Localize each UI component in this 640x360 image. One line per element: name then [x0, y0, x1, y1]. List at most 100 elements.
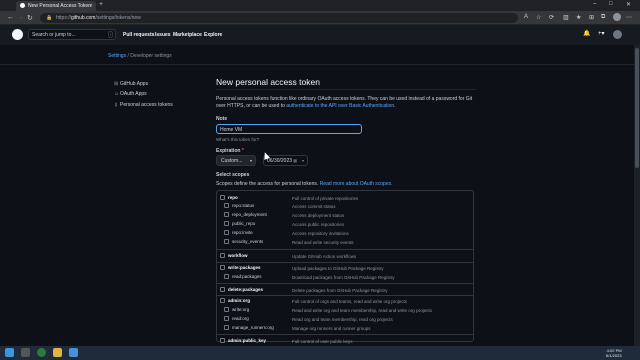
scope-security-events[interactable]: security_events — [224, 239, 263, 244]
start-icon[interactable] — [5, 348, 14, 357]
scope-repo-invite[interactable]: repo:invite — [224, 230, 253, 235]
expiration-date-value: 06/30/2023 — [267, 158, 293, 164]
sidebar-item-github-apps[interactable]: ⊞ GitHub Apps — [114, 81, 148, 87]
checkbox[interactable] — [224, 203, 229, 208]
scope-name: repo:invite — [232, 230, 253, 235]
scope-workflow[interactable]: workflow — [220, 253, 248, 258]
note-label: Note — [216, 116, 228, 122]
clear-date-icon[interactable]: ▾ — [302, 158, 304, 163]
scope-write-org[interactable]: write:org — [224, 307, 249, 312]
new-tab-icon[interactable]: + — [99, 1, 103, 8]
note-input[interactable]: Home VM — [216, 124, 362, 134]
edge-icon[interactable] — [37, 348, 46, 357]
checkbox[interactable] — [224, 212, 229, 217]
forward-icon[interactable]: → — [17, 14, 24, 21]
search-shortcut-badge: / — [107, 31, 113, 38]
nav-marketplace[interactable]: Marketplace — [173, 32, 202, 38]
checkbox[interactable] — [220, 195, 225, 200]
nav-issues[interactable]: Issues — [155, 32, 171, 38]
calendar-icon[interactable]: ▦ — [293, 158, 297, 163]
basic-auth-link[interactable]: authenticate to the API over Basic Authe… — [286, 103, 394, 109]
search-icon[interactable] — [21, 348, 30, 357]
url-prefix: https:// — [56, 15, 72, 21]
checkbox[interactable] — [220, 287, 225, 292]
scope-write-packages[interactable]: write:packages — [220, 265, 261, 270]
scope-desc: Full control of private repositories — [292, 196, 359, 201]
scrollbar-thumb[interactable] — [635, 48, 639, 168]
github-favicon-icon — [20, 3, 25, 8]
oauth-scopes-link[interactable]: Read more about OAuth scopes. — [320, 181, 393, 187]
expiration-label-text: Expiration — [216, 148, 241, 154]
minimize-icon[interactable]: – — [593, 1, 596, 7]
scope-desc: Read and write org and team membership, … — [292, 308, 432, 313]
checkbox[interactable] — [220, 253, 225, 258]
browser-tab[interactable]: New Personal Access Token ✕ — [16, 1, 96, 11]
checkbox[interactable] — [224, 230, 229, 235]
store-icon[interactable] — [69, 348, 78, 357]
scope-divider — [216, 249, 474, 250]
taskbar-clock[interactable]: 4:02 PM 6/1/2023 — [606, 348, 622, 358]
favorite-star-icon[interactable]: ☆ — [536, 14, 541, 21]
collections-icon[interactable]: ⊞ — [589, 14, 594, 21]
scope-desc: Access public repositories — [292, 222, 345, 227]
back-icon[interactable]: ← — [7, 14, 14, 21]
scope-read-org[interactable]: read:org — [224, 316, 249, 321]
scope-admin-org[interactable]: admin:org — [220, 298, 250, 303]
scope-repo-status[interactable]: repo:status — [224, 203, 254, 208]
scope-public-repo[interactable]: public_repo — [224, 221, 255, 226]
search-input[interactable]: Search or jump to... / — [28, 29, 116, 40]
scope-admin-public-key[interactable]: admin:public_key — [220, 338, 266, 343]
scope-manage-runners-org[interactable]: manage_runners:org — [224, 325, 274, 330]
scope-name: write:org — [232, 307, 250, 312]
favorites-icon[interactable]: ★ — [576, 14, 581, 21]
scope-desc: Update GitHub Action workflows — [292, 254, 357, 259]
browser-profile-avatar[interactable] — [613, 13, 621, 21]
scope-divider — [216, 262, 474, 263]
scope-name: admin:org — [228, 298, 250, 303]
scope-repo[interactable]: repo — [220, 195, 238, 200]
nav-explore[interactable]: Explore — [204, 32, 222, 38]
url-input[interactable]: 🔒 https://github.com/settings/tokens/new — [40, 13, 518, 23]
checkbox[interactable] — [224, 274, 229, 279]
checkbox[interactable] — [224, 316, 229, 321]
scope-desc: Read org and team membership, read org p… — [292, 317, 393, 322]
scope-name: write:packages — [228, 265, 261, 270]
checkbox[interactable] — [220, 265, 225, 270]
checkbox[interactable] — [224, 239, 229, 244]
maximize-icon[interactable]: □ — [609, 1, 613, 7]
scope-name: workflow — [228, 253, 248, 258]
page-title: New personal access token — [216, 77, 320, 87]
notifications-bell-icon[interactable]: 🔔 — [583, 30, 590, 37]
checkbox[interactable] — [224, 325, 229, 330]
scope-read-packages[interactable]: read:packages — [224, 274, 262, 279]
scope-name: repo — [228, 195, 238, 200]
scope-repo-deployment[interactable]: repo_deployment — [224, 212, 267, 217]
close-tab-icon[interactable]: ✕ — [89, 3, 93, 9]
github-logo-icon[interactable] — [12, 29, 23, 40]
checkbox[interactable] — [224, 307, 229, 312]
breadcrumb-settings[interactable]: Settings — [108, 53, 126, 59]
windows-taskbar: 4:02 PM 6/1/2023 — [0, 346, 640, 360]
checkbox[interactable] — [220, 298, 225, 303]
scope-delete-packages[interactable]: delete:packages — [220, 287, 263, 292]
scope-divider — [216, 295, 474, 296]
sidebar-item-personal-access-tokens[interactable]: ⚷ Personal access tokens — [114, 102, 173, 108]
user-avatar[interactable] — [613, 30, 622, 39]
sidebar-item-oauth-apps[interactable]: ☺OAuth Apps — [114, 91, 147, 97]
nav-pull-requests[interactable]: Pull requests — [123, 32, 154, 38]
checkbox[interactable] — [220, 338, 225, 343]
read-aloud-icon[interactable]: A — [524, 14, 528, 20]
checkbox[interactable] — [224, 221, 229, 226]
extensions-icon[interactable]: ⧉ — [601, 14, 605, 21]
refresh-extension-icon[interactable]: ⟳ — [549, 14, 554, 21]
refresh-icon[interactable]: ↻ — [27, 14, 33, 22]
breadcrumb-separator: / — [127, 53, 129, 59]
expiration-select[interactable]: Custom... ▾ — [216, 155, 256, 166]
more-menu-icon[interactable]: ⋯ — [626, 14, 632, 21]
window-close-icon[interactable]: ✕ — [626, 1, 631, 8]
file-explorer-icon[interactable] — [53, 348, 62, 357]
split-screen-icon[interactable]: ▥ — [563, 14, 569, 21]
create-new-plus-icon[interactable]: +▾ — [598, 30, 605, 37]
tab-title: New Personal Access Token — [28, 3, 91, 9]
chevron-down-icon: ▾ — [249, 158, 252, 163]
